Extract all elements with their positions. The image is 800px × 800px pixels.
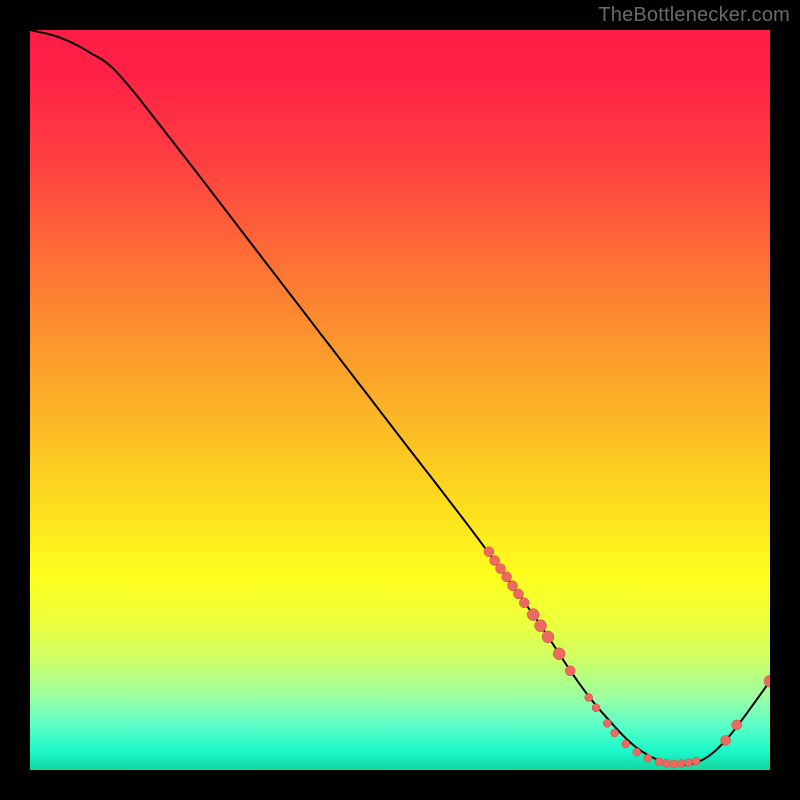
data-marker bbox=[633, 748, 641, 756]
data-marker bbox=[662, 759, 670, 767]
data-marker bbox=[685, 759, 693, 767]
data-marker bbox=[519, 598, 529, 608]
data-marker bbox=[592, 704, 600, 712]
data-marker bbox=[721, 735, 731, 745]
data-marker bbox=[655, 758, 663, 766]
data-marker bbox=[553, 648, 565, 660]
data-marker bbox=[508, 581, 518, 591]
data-marker bbox=[565, 666, 575, 676]
data-marker bbox=[644, 754, 652, 762]
data-marker bbox=[585, 694, 593, 702]
plot-background bbox=[30, 30, 770, 770]
data-marker bbox=[622, 740, 630, 748]
data-marker bbox=[484, 547, 494, 557]
chart-root: TheBottlenecker.com bbox=[0, 0, 800, 800]
data-marker bbox=[502, 572, 512, 582]
data-marker bbox=[542, 631, 554, 643]
data-marker bbox=[513, 589, 523, 599]
data-marker bbox=[670, 760, 678, 768]
data-marker bbox=[677, 759, 685, 767]
data-marker bbox=[535, 620, 547, 632]
data-marker bbox=[611, 729, 619, 737]
data-marker bbox=[732, 720, 742, 730]
watermark-text: TheBottlenecker.com bbox=[598, 4, 790, 27]
data-marker bbox=[527, 609, 539, 621]
data-marker bbox=[496, 564, 506, 574]
chart-svg bbox=[0, 0, 800, 800]
data-marker bbox=[603, 719, 611, 727]
data-marker bbox=[692, 757, 700, 765]
data-marker bbox=[764, 675, 776, 687]
